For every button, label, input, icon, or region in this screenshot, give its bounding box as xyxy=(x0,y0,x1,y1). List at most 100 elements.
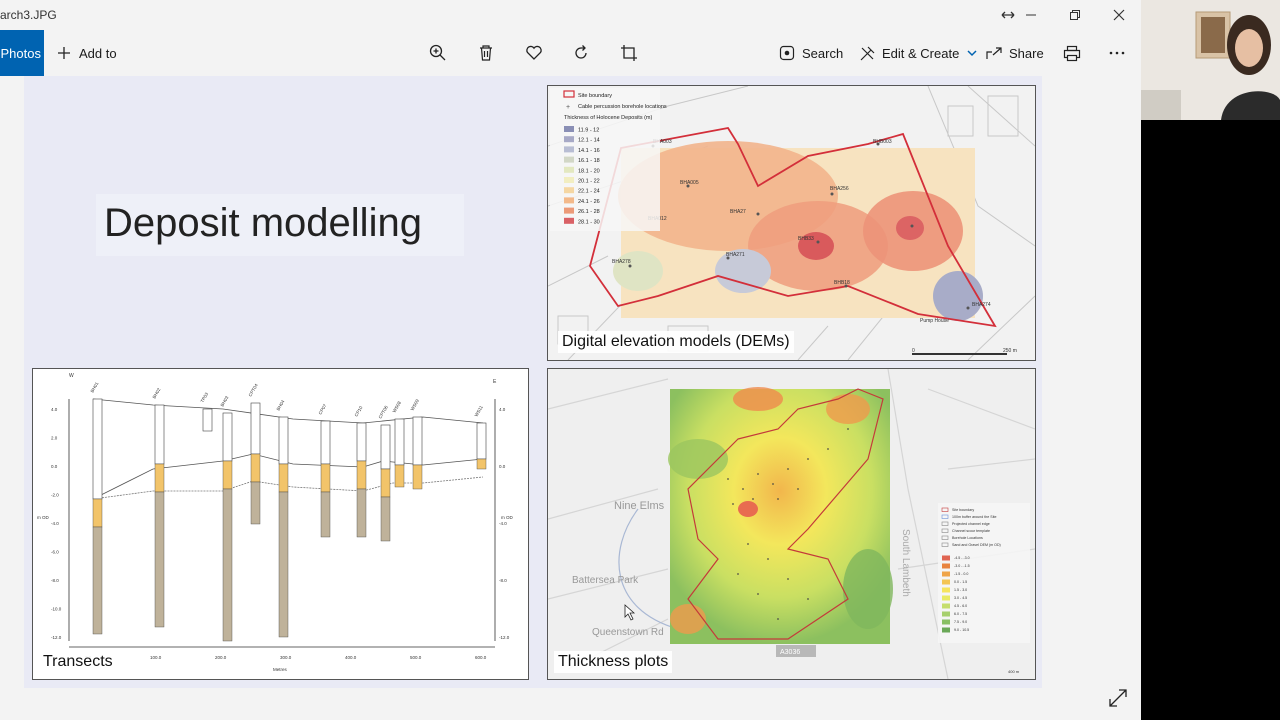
thickness-legend-swatch xyxy=(942,619,950,625)
dem-legend-swatch xyxy=(564,126,574,132)
dem-legend-range: 18.1 - 20 xyxy=(578,168,600,174)
search-label: Search xyxy=(802,45,844,61)
thickness-legend-entry: Site boundary xyxy=(952,508,974,512)
y-tick-left: 0.0 xyxy=(51,464,58,469)
dem-label: BHA27 xyxy=(730,209,746,215)
dem-legend-range: 12.1 - 14 xyxy=(578,138,600,144)
thickness-legend-swatch xyxy=(942,571,950,577)
transects-panel: 4.0 2.0 0.0 -2.0 -4.0 -6.0 -8.0 -10.0 -12.0 4.0 0… xyxy=(32,368,529,680)
x-tick: 200.0 xyxy=(215,655,227,660)
borehole-sand-layer xyxy=(356,460,367,490)
borehole-clay-layer xyxy=(154,491,165,628)
dem-legend-swatch xyxy=(564,136,574,143)
dem-label: BHB33 xyxy=(798,236,814,242)
dem-legend-range: 28.1 - 30 xyxy=(578,219,600,225)
delete-button[interactable] xyxy=(477,30,495,76)
crop-button[interactable] xyxy=(620,30,638,76)
borehole-sand-layer xyxy=(380,468,391,498)
thickness-legend-swatch xyxy=(942,603,950,609)
borehole-column xyxy=(92,398,103,500)
borehole-sand-layer xyxy=(250,453,261,483)
y-tick-left: -8.0 xyxy=(51,578,59,583)
search-icon xyxy=(778,44,796,62)
transects-caption: Transects xyxy=(39,651,117,673)
more-options-button[interactable] xyxy=(1108,30,1126,76)
minimize-icon[interactable] xyxy=(1016,4,1046,26)
restore-icon[interactable] xyxy=(1060,4,1090,26)
thickness-legend-range: 3.0 - 4.5 xyxy=(954,596,967,600)
trash-icon xyxy=(477,44,495,62)
slide-image: Deposit modelling BHA003 BHA005 BHA256 B… xyxy=(24,76,1042,688)
dem-legend-range: 16.1 - 18 xyxy=(578,158,600,164)
search-button[interactable]: Search xyxy=(778,30,843,76)
dem-map: BHA003 BHA005 BHA012 BHA256 BHA27 BHA271… xyxy=(548,86,1035,360)
dem-legend-range: 14.1 - 16 xyxy=(578,148,600,154)
thickness-legend-entry: Channel scour template xyxy=(952,529,990,533)
thickness-legend-range: 4.5 - 6.0 xyxy=(954,604,967,608)
slide-title: Deposit modelling xyxy=(104,201,422,245)
thickness-legend-swatch xyxy=(942,595,950,601)
share-icon xyxy=(985,44,1003,62)
dem-label: BHA256 xyxy=(830,186,849,192)
thickness-legend-range: -1.5 - 0.0 xyxy=(954,572,968,576)
printer-icon xyxy=(1063,44,1081,62)
y-tick-right: -4.0 xyxy=(499,521,507,526)
fullscreen-icon[interactable] xyxy=(1108,688,1128,708)
borehole-clay-layer xyxy=(278,491,289,638)
thickness-legend-swatch xyxy=(942,555,950,561)
print-button[interactable] xyxy=(1063,30,1081,76)
y-tick-left: 2.0 xyxy=(51,436,58,441)
zoom-in-button[interactable] xyxy=(429,30,447,76)
rotate-button[interactable] xyxy=(572,30,590,76)
crop-icon xyxy=(620,44,638,62)
borehole-sand-layer xyxy=(92,498,103,528)
borehole-column xyxy=(222,412,233,462)
dem-legend-swatch xyxy=(564,166,574,173)
edit-icon xyxy=(858,44,876,62)
transect-diagram: 4.0 2.0 0.0 -2.0 -4.0 -6.0 -8.0 -10.0 -12.0 4.0 0… xyxy=(33,369,528,679)
transect-axis-label: m OD xyxy=(37,515,49,520)
all-photos-label: Photos xyxy=(0,45,41,61)
share-button[interactable]: Share xyxy=(985,30,1044,76)
borehole-clay-layer xyxy=(320,491,331,538)
thickness-legend-range: -3.0 - -1.5 xyxy=(954,564,970,568)
thickness-legend-range: 1.5 - 3.0 xyxy=(954,588,967,592)
dem-legend-entry: Site boundary xyxy=(578,93,612,99)
file-name: arch3.JPG xyxy=(0,8,57,22)
zoom-in-icon xyxy=(429,44,447,62)
dem-legend-swatch xyxy=(564,156,574,163)
dem-label: BHB003 xyxy=(873,139,892,145)
thickness-legend-entry: 100m buffer around the Site xyxy=(952,515,997,519)
dem-label: BHB18 xyxy=(834,280,850,286)
toolbar: Photos Add to Search Edit & Create Share xyxy=(0,30,1141,76)
more-icon xyxy=(1108,44,1126,62)
dem-label: BHA005 xyxy=(680,180,699,186)
edit-create-button[interactable]: Edit & Create xyxy=(858,30,981,76)
dem-legend-range: 26.1 - 28 xyxy=(578,209,600,215)
x-tick: 500.0 xyxy=(410,655,422,660)
borehole-sand-layer xyxy=(320,463,331,493)
favorite-button[interactable] xyxy=(525,30,543,76)
dem-legend-range: 20.1 - 22 xyxy=(578,179,600,185)
borehole-column xyxy=(320,420,331,465)
thickness-panel: Nine Elms Battersea Park Queenstown Rd S… xyxy=(547,368,1036,680)
y-tick-right: -12.0 xyxy=(499,635,510,640)
all-photos-button[interactable]: Photos xyxy=(0,30,44,76)
road-label: A3036 xyxy=(780,649,800,656)
edit-create-label: Edit & Create xyxy=(882,45,960,61)
thickness-legend-range: -4.5 - -3.0 xyxy=(954,556,970,560)
dem-legend-swatch xyxy=(564,146,574,153)
thickness-scale: 400 m xyxy=(1008,669,1020,674)
image-viewer: Deposit modelling BHA003 BHA005 BHA256 B… xyxy=(0,76,1141,720)
dem-label: BHA278 xyxy=(612,259,631,265)
dem-legend-range: 22.1 - 24 xyxy=(578,189,600,195)
svg-text:+: + xyxy=(566,104,570,111)
borehole-sand-layer xyxy=(154,463,165,493)
thickness-legend-swatch xyxy=(942,579,950,585)
borehole-sand-layer xyxy=(278,463,289,493)
place-label: Battersea Park xyxy=(572,575,639,586)
close-icon[interactable] xyxy=(1104,4,1134,26)
borehole-column xyxy=(476,422,487,460)
add-to-button[interactable]: Add to xyxy=(55,30,117,76)
share-label: Share xyxy=(1009,45,1044,61)
